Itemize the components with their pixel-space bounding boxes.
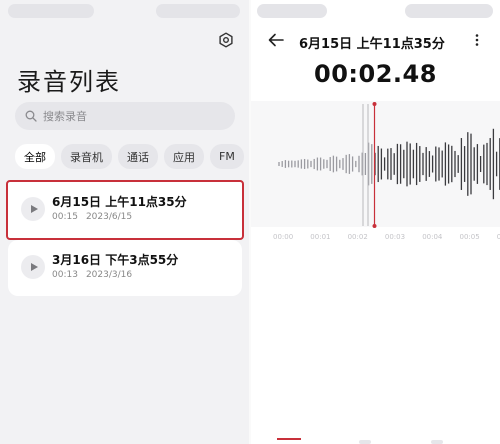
settings-button[interactable]	[216, 30, 236, 50]
bottom-action-indicator	[277, 438, 301, 444]
recording-item-1[interactable]: 6月15日 上午11点35分 00:15 2023/6/15	[6, 180, 244, 240]
filter-chip-call[interactable]: 通话	[118, 144, 158, 169]
play-icon	[30, 205, 38, 213]
timeline-label: 00:05	[459, 233, 480, 241]
bottom-action-hint	[359, 440, 371, 444]
timeline-label: 00:02	[347, 233, 368, 241]
recording-duration: 00:15	[52, 212, 78, 222]
recording-meta: 00:15 2023/6/15	[52, 212, 132, 222]
status-bar-left	[257, 4, 327, 18]
filter-chip-recorder[interactable]: 录音机	[61, 144, 112, 169]
back-arrow-icon	[268, 33, 284, 47]
status-bar-left	[8, 4, 94, 18]
play-button[interactable]	[21, 255, 45, 279]
playhead-handle[interactable]	[372, 102, 377, 106]
search-input[interactable]	[43, 109, 223, 123]
timeline-label: 00:03	[384, 233, 406, 241]
search-bar[interactable]	[15, 102, 235, 130]
play-icon	[30, 263, 38, 271]
recording-player-pane: 6月15日 上午11点35分 00:02.48 00:00 00:01 00:02 0…	[251, 0, 500, 444]
filter-chip-app[interactable]: 应用	[164, 144, 204, 169]
timeline-ruler: 00:0000:0100:0200:0300:0400:0500:06	[251, 233, 500, 245]
filter-chip-all[interactable]: 全部	[15, 144, 55, 169]
bottom-action-hint	[431, 440, 443, 444]
waveform[interactable]	[251, 100, 500, 230]
status-bar-right	[156, 4, 240, 18]
recording-list-pane: 录音列表 全部 录音机 通话 应用 FM 6月15日 上午11点35分 00:1…	[0, 0, 249, 444]
recording-name: 3月16日 下午3点55分	[52, 253, 179, 267]
timeline-label: 00:01	[310, 233, 331, 241]
elapsed-time: 00:02.48	[314, 60, 437, 88]
timeline-label: 00:00	[273, 233, 294, 241]
filter-chips: 全部 录音机 通话 应用 FM	[15, 144, 244, 169]
recording-name: 6月15日 上午11点35分	[52, 195, 187, 209]
search-icon	[25, 110, 37, 122]
timeline-label: 00:04	[422, 233, 443, 241]
recording-title: 6月15日 上午11点35分	[299, 37, 445, 52]
play-button[interactable]	[21, 197, 45, 221]
playhead-handle[interactable]	[372, 224, 377, 228]
recording-item-2[interactable]: 3月16日 下午3点55分 00:13 2023/3/16	[8, 240, 242, 296]
filter-chip-fm[interactable]: FM	[210, 144, 244, 169]
recording-duration: 00:13	[52, 270, 78, 280]
recording-meta: 00:13 2023/3/16	[52, 270, 132, 280]
recording-date: 2023/3/16	[85, 270, 133, 280]
more-vertical-icon	[475, 34, 479, 46]
recording-date: 2023/6/15	[85, 212, 133, 222]
back-button[interactable]	[265, 29, 287, 51]
settings-gear-icon	[219, 32, 233, 48]
page-title: 录音列表	[17, 68, 121, 96]
more-button[interactable]	[473, 32, 481, 48]
status-bar-right	[405, 4, 493, 18]
